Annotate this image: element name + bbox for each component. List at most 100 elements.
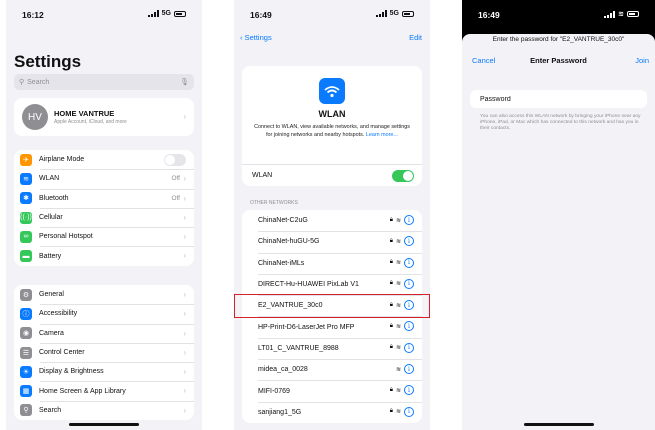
battery-status-icon [402, 10, 414, 17]
network-icons: 🔒︎ ≋ i [390, 215, 414, 225]
network-name: DIRECT-Hu-HUAWEI PixLab V1 [258, 281, 359, 289]
row-label: General [39, 291, 64, 299]
home-indicator [523, 423, 594, 426]
row-label: Accessibility [39, 310, 78, 318]
home-indicator [69, 423, 139, 426]
signal-icon [604, 10, 616, 18]
network-name: ChinaNet-C2uG [258, 217, 308, 225]
wifi-strength-icon: ≋ [395, 323, 401, 330]
info-icon[interactable]: i [404, 342, 414, 353]
settings-row[interactable]: ◉ Camera › [14, 323, 194, 343]
chevron-right-icon: › [183, 347, 186, 357]
camera-icon: ◉ [20, 327, 32, 340]
chevron-right-icon: › [183, 309, 186, 319]
password-field[interactable] [470, 90, 647, 108]
chevron-right-icon: › [183, 212, 186, 222]
wlan-screen: 16:49 5G ‹ Settings Edit WLAN Connect to… [234, 0, 430, 430]
info-icon[interactable]: i [404, 364, 414, 375]
network-icons: 🔒︎ ≋ i [389, 406, 414, 417]
network-row[interactable]: ChinaNet-C2uG 🔒︎ ≋ i [242, 210, 422, 231]
info-icon[interactable]: i [404, 385, 414, 396]
search-icon: ⚲ [19, 79, 25, 86]
status-bar: 16:49 ≋ [462, 0, 655, 30]
lock-icon: 🔒︎ [389, 386, 393, 393]
network-type: 5G [161, 10, 171, 17]
control-center-icon: ☰ [20, 346, 32, 359]
settings-row[interactable]: ≋ WLAN Off › [14, 169, 194, 188]
search-input[interactable]: ⚲ Search 🎙 [14, 74, 194, 90]
network-row[interactable]: sanjiang1_5G 🔒︎ ≋ i [242, 401, 422, 423]
network-icons: 🔒︎ ≋ i [390, 257, 414, 268]
network-row[interactable]: MIFI-0769 🔒︎ ≋ i [242, 380, 422, 401]
row-label: Search [39, 406, 62, 414]
wifi-strength-icon: ≋ [395, 281, 401, 288]
row-value: Off [171, 175, 180, 183]
network-name: ChinaNet-iMLs [258, 259, 305, 267]
signal-icon [375, 10, 387, 17]
info-icon[interactable]: i [404, 215, 414, 225]
edit-button[interactable]: Edit [409, 33, 422, 42]
battery-status-icon [174, 10, 186, 17]
row-label: WLAN [39, 175, 60, 183]
network-row[interactable]: ChinaNet-huGU-5G 🔒︎ ≋ i [242, 231, 422, 252]
lock-icon: 🔒︎ [389, 237, 393, 244]
network-row[interactable]: LT01_C_VANTRUE_8988 🔒︎ ≋ i [242, 337, 422, 359]
chevron-right-icon: › [183, 193, 186, 203]
learn-more-link[interactable]: Learn more... [366, 132, 398, 138]
network-name: ChinaNet-huGU-5G [258, 238, 320, 246]
chevron-right-icon: › [183, 386, 186, 396]
info-icon[interactable]: i [404, 406, 414, 417]
back-label: Settings [244, 33, 272, 42]
settings-row[interactable]: ((·)) Cellular › [14, 207, 194, 227]
bluetooth-icon: ✱ [20, 192, 32, 205]
settings-row[interactable]: ⚲ Search › [14, 400, 194, 420]
wlan-toggle-label: WLAN [252, 172, 273, 179]
row-value: Off [171, 194, 180, 202]
lock-icon: 🔒︎ [389, 344, 393, 351]
airplane-icon: ✈ [20, 153, 32, 166]
info-icon[interactable]: i [404, 321, 414, 332]
brightness-icon: ☀ [20, 365, 32, 378]
account-row[interactable]: HV HOME VANTRUE Apple Account, iCloud, a… [14, 98, 194, 136]
back-button[interactable]: ‹ Settings [240, 33, 272, 42]
section-header: OTHER NETWORKS [250, 200, 298, 206]
chevron-right-icon: › [183, 112, 186, 121]
row-label: Camera [39, 329, 64, 337]
info-icon[interactable]: i [404, 257, 414, 268]
wifi-strength-icon: ≋ [395, 217, 401, 224]
airplane-toggle[interactable] [164, 154, 186, 166]
lock-icon: 🔒︎ [389, 280, 393, 287]
join-button[interactable]: Join [635, 56, 649, 65]
settings-row[interactable]: ☀ Display & Brightness › [14, 362, 194, 381]
password-prompt: Enter the password for "E2_VANTRUE_30c0" [492, 36, 625, 43]
settings-row[interactable]: ✱ Bluetooth Off › [14, 188, 194, 208]
network-row[interactable]: DIRECT-Hu-HUAWEI PixLab V1 🔒︎ ≋ i [242, 273, 422, 295]
info-icon[interactable]: i [404, 236, 414, 247]
password-hint: You can also access this WLAN network by… [480, 114, 641, 131]
wifi-strength-icon: ≋ [395, 238, 401, 245]
network-name: sanjiang1_5G [258, 408, 302, 416]
settings-row[interactable]: ☰ Control Center › [14, 342, 194, 362]
microphone-icon[interactable]: 🎙 [180, 78, 189, 86]
row-label: Control Center [39, 349, 85, 357]
settings-row[interactable]: ⚙ General › [14, 285, 194, 304]
nav-bar: ‹ Settings Edit [234, 30, 430, 46]
lock-icon: 🔒︎ [389, 408, 393, 415]
wlan-toggle[interactable] [392, 170, 414, 182]
settings-row[interactable]: ▦ Home Screen & App Library › [14, 381, 194, 400]
wifi-strength-icon: ≋ [395, 345, 401, 352]
account-name: HOME VANTRUE [54, 109, 115, 118]
connectivity-group: ✈ Airplane Mode ≋ WLAN Off › ✱ Bluetooth Off › ((·… [14, 150, 194, 266]
settings-row[interactable]: ∞ Personal Hotspot › [14, 227, 194, 246]
network-icons: 🔒︎ ≋ i [389, 278, 414, 289]
network-row[interactable]: HP-Print-D6-LaserJet Pro MFP 🔒︎ ≋ i [242, 316, 422, 337]
settings-row[interactable]: ⓘ Accessibility › [14, 304, 194, 323]
chevron-right-icon: › [183, 405, 186, 415]
info-icon[interactable]: i [404, 278, 414, 289]
settings-row[interactable]: ▬ Battery › [14, 246, 194, 265]
chevron-right-icon: › [183, 290, 186, 299]
network-row[interactable]: midea_ca_0028 ≋ i [242, 359, 422, 380]
wifi-status-icon: ≋ [618, 11, 624, 18]
network-row[interactable]: ChinaNet-iMLs 🔒︎ ≋ i [242, 252, 422, 274]
settings-row[interactable]: ✈ Airplane Mode [14, 150, 194, 169]
